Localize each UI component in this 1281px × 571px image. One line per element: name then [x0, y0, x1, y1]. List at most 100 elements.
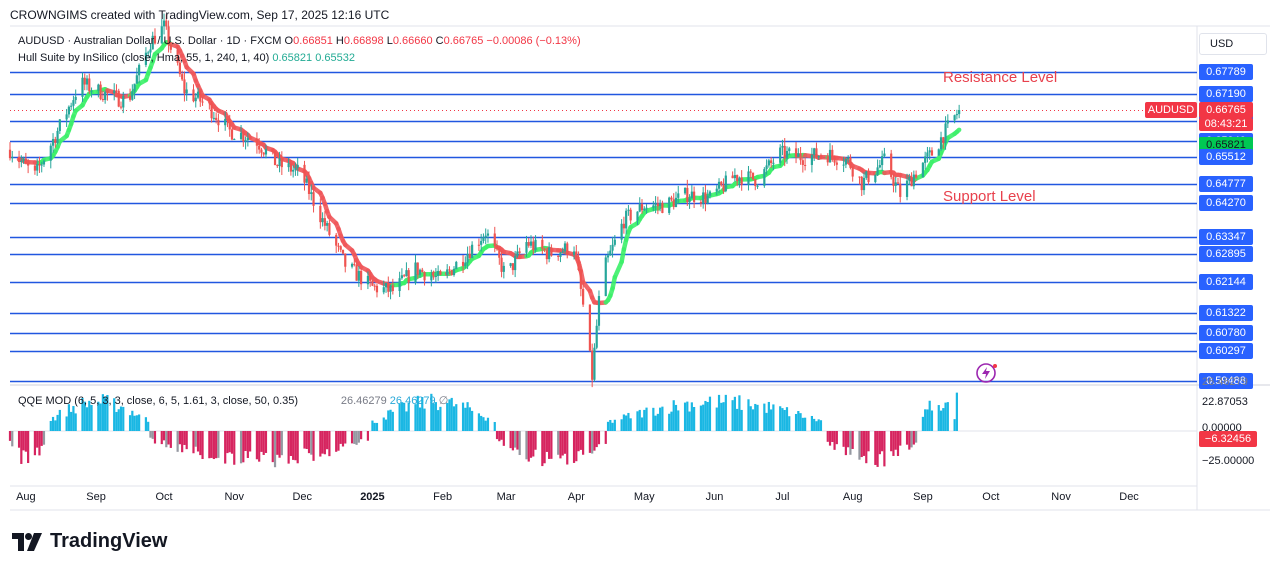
qqe-bar-284 — [912, 431, 915, 445]
candle-body-222 — [715, 188, 718, 192]
x-tick-label-0: Aug — [16, 491, 36, 503]
qqe-bar-76 — [249, 431, 252, 452]
candle-body-22 — [81, 77, 84, 97]
qqe-bar-150 — [486, 417, 490, 431]
candle-body-4 — [22, 158, 25, 161]
qqe-bar-63 — [210, 431, 213, 458]
qqe-bar-77 — [255, 431, 259, 460]
qqe-bar-10 — [40, 431, 43, 446]
currency-selector[interactable]: USD — [1199, 33, 1267, 55]
candle-body-291 — [930, 150, 934, 156]
candle-body-179 — [577, 257, 580, 271]
qqe-bar-251 — [810, 415, 814, 431]
qqe-bar-171 — [557, 431, 560, 455]
qqe-bar-71 — [233, 431, 236, 465]
hull-segment-299 — [954, 127, 962, 135]
qqe-bar-235 — [756, 404, 759, 431]
horizontal-levels[interactable] — [10, 71, 1197, 383]
qqe-bar-212 — [686, 401, 689, 431]
qqe-bar-58 — [194, 431, 197, 447]
candle-body-172 — [557, 255, 560, 257]
qqe-bar-138 — [450, 397, 453, 431]
qqe-bar-94 — [307, 431, 311, 454]
candle-body-176 — [566, 243, 569, 255]
candle-body-199 — [640, 204, 644, 211]
qqe-bar-141 — [461, 402, 465, 431]
qqe-bar-210 — [677, 410, 680, 431]
qqe-bar-288 — [926, 409, 929, 431]
candle-body-136 — [439, 271, 442, 275]
qqe-bar-152 — [495, 431, 499, 440]
candle-body-111 — [360, 270, 363, 285]
candle-body-140 — [452, 268, 456, 276]
candle-body-26 — [90, 90, 93, 92]
qqe-legend[interactable]: QQE MOD (6, 5, 3, 3, close, 6, 5, 1.61, … — [18, 394, 448, 407]
candle-body-298 — [955, 114, 958, 116]
qqe-bar-188 — [609, 419, 612, 431]
candle-body-257 — [826, 156, 829, 163]
candle-body-240 — [770, 160, 773, 164]
qqe-bar-246 — [794, 413, 798, 431]
qqe-bar-255 — [819, 420, 823, 431]
candle-body-89 — [292, 169, 295, 172]
candle-body-158 — [511, 263, 514, 271]
qqe-bar-256 — [826, 431, 829, 442]
qqe-bar-294 — [944, 402, 947, 431]
qqe-bar-277 — [892, 431, 895, 456]
qqe-bar-244 — [785, 407, 789, 431]
tradingview-logo[interactable]: TradingView — [12, 530, 167, 553]
candle-body-0 — [8, 149, 12, 159]
candle-body-290 — [928, 150, 931, 153]
qqe-bar-115 — [375, 422, 379, 431]
qqe-bar-121 — [398, 403, 401, 431]
qqe-bar-201 — [652, 407, 655, 431]
qqe-bar-130 — [423, 408, 426, 431]
candle-body-1 — [11, 156, 14, 159]
hull-legend[interactable]: Hull Suite by InSilico (close, Hma, 55, … — [18, 52, 355, 64]
qqe-bar-280 — [899, 431, 902, 446]
candle-body-225 — [722, 185, 725, 192]
candle-body-294 — [942, 137, 945, 144]
qqe-bar-110 — [357, 431, 360, 443]
candle-body-113 — [369, 275, 372, 281]
qqe-bar-2 — [17, 431, 21, 448]
candle-body-265 — [849, 157, 852, 168]
qqe-bar-196 — [636, 411, 639, 431]
alert-icon[interactable] — [976, 363, 997, 383]
candle-body-185 — [595, 325, 598, 348]
hull-value-1: 0.65821 — [272, 52, 313, 64]
qqe-partial-label: 26.46279 — [1202, 376, 1248, 388]
qqe-bar-67 — [224, 431, 227, 464]
candle-body-12 — [49, 145, 52, 161]
qqe-bar-50 — [167, 431, 170, 445]
qqe-bar-87 — [287, 431, 290, 464]
candle-body-64 — [212, 117, 215, 119]
candle-body-173 — [559, 252, 562, 257]
candle-body-152 — [493, 233, 496, 247]
candle-body-96 — [312, 192, 315, 206]
candle-body-150 — [484, 235, 487, 238]
candle-body-31 — [106, 91, 109, 94]
candle-body-193 — [622, 223, 625, 229]
qqe-bar-287 — [924, 409, 927, 431]
qqe-bar-162 — [527, 431, 530, 462]
symbol-name: AUDUSD · Australian Dollar / U.S. Dollar… — [18, 35, 282, 47]
candle-body-126 — [407, 270, 410, 283]
symbol-legend[interactable]: AUDUSD · Australian Dollar / U.S. Dollar… — [18, 35, 581, 47]
qqe-bar-249 — [801, 417, 804, 431]
candle-body-75 — [246, 137, 249, 141]
qqe-bar-16 — [58, 409, 61, 431]
candle-body-30 — [104, 91, 107, 100]
qqe-bar-47 — [160, 431, 163, 445]
candle-body-101 — [328, 223, 331, 235]
qqe-bar-189 — [611, 422, 614, 431]
candle-body-208 — [670, 197, 673, 200]
candle-body-7 — [33, 165, 37, 171]
candle-body-277 — [890, 153, 893, 178]
qqe-bar-13 — [51, 416, 55, 431]
candle-body-169 — [545, 250, 548, 260]
qqe-bar-98 — [321, 431, 324, 454]
candle-body-72 — [239, 132, 243, 140]
qqe-bar-97 — [319, 431, 322, 457]
qqe-bar-116 — [382, 417, 385, 431]
